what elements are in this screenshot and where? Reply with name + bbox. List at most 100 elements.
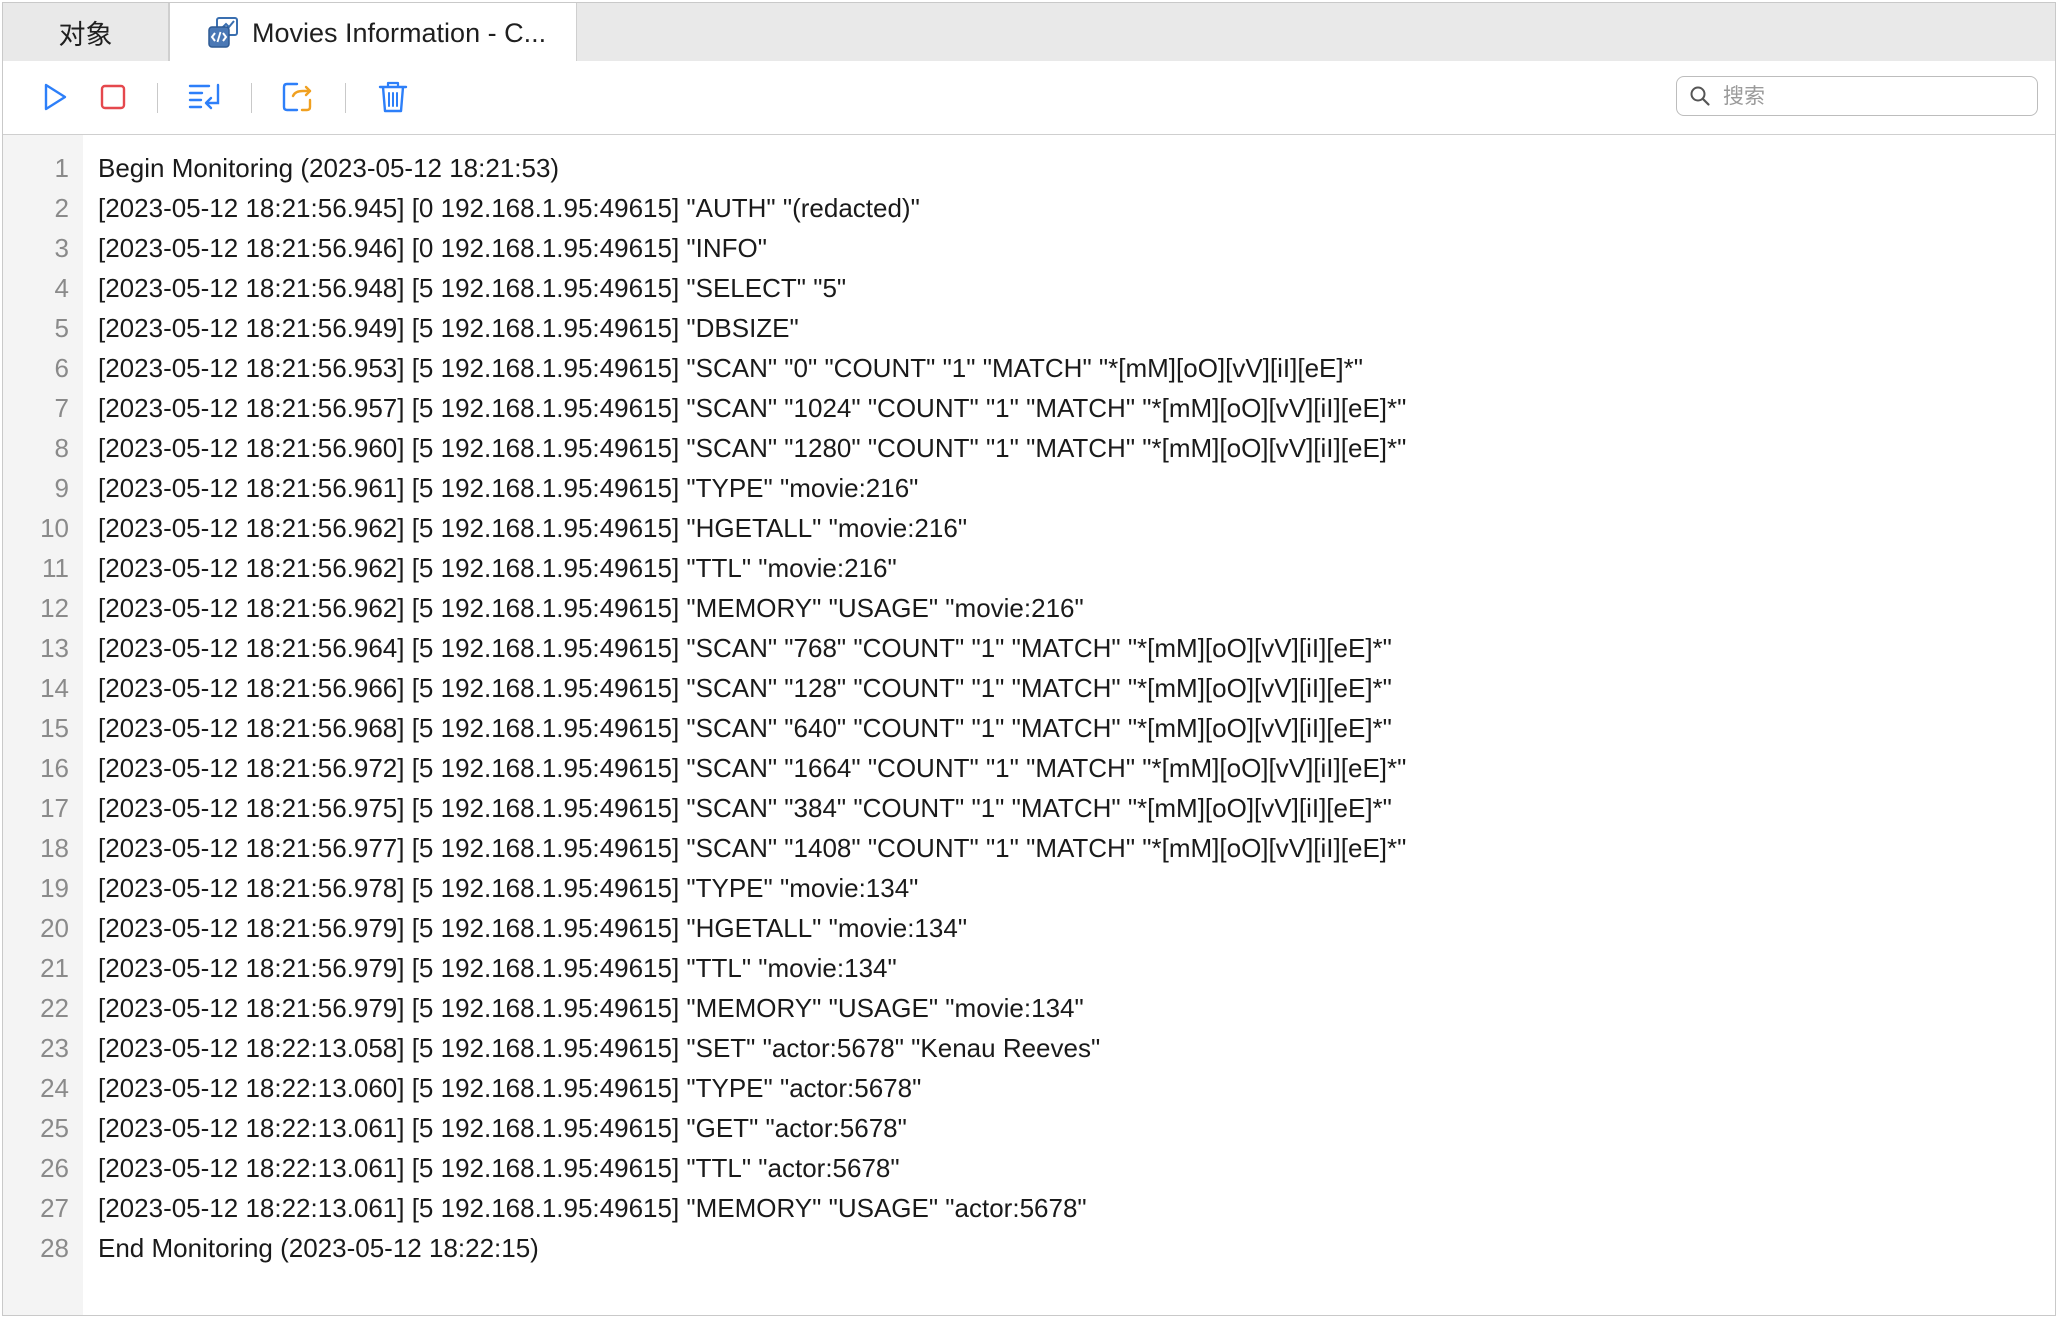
- log-text: [2023-05-12 18:21:56.960] [5 192.168.1.9…: [98, 432, 1407, 463]
- start-button[interactable]: [37, 79, 73, 115]
- line-number: 6: [54, 352, 69, 383]
- log-text: Begin Monitoring (2023-05-12 18:21:53): [98, 152, 560, 183]
- line-number: 23: [40, 1032, 69, 1063]
- line-number: 12: [40, 592, 69, 623]
- export-icon: [282, 82, 312, 112]
- log-line: 2 [2023-05-12 18:21:56.945] [0 192.168.1.…: [3, 188, 2055, 228]
- log-text: [2023-05-12 18:22:13.061] [5 192.168.1.9…: [98, 1192, 1087, 1223]
- log-line: 27 [2023-05-12 18:22:13.061] [5 192.168.1…: [3, 1188, 2055, 1228]
- log-line: 4 [2023-05-12 18:21:56.948] [5 192.168.1.…: [3, 268, 2055, 308]
- line-number: 22: [40, 992, 69, 1023]
- line-number: 8: [54, 432, 69, 463]
- log-line: 12 [2023-05-12 18:21:56.962] [5 192.168.1…: [3, 588, 2055, 628]
- log-text: [2023-05-12 18:21:56.978] [5 192.168.1.9…: [98, 872, 919, 903]
- tab-monitor-label: Movies Information - C...: [252, 17, 547, 48]
- monitor-window: 对象 Movies Information - C... 搜索 1 Begin …: [2, 2, 2056, 1316]
- log-line: 20 [2023-05-12 18:21:56.979] [5 192.168.1…: [3, 908, 2055, 948]
- log-line: 24 [2023-05-12 18:22:13.060] [5 192.168.1…: [3, 1068, 2055, 1108]
- line-number: 7: [54, 392, 69, 423]
- line-number: 20: [40, 912, 69, 943]
- word-wrap-button[interactable]: [187, 79, 223, 115]
- log-text: [2023-05-12 18:21:56.972] [5 192.168.1.9…: [98, 752, 1407, 783]
- clear-button[interactable]: [375, 79, 411, 115]
- line-number: 16: [40, 752, 69, 783]
- log-line: 26 [2023-05-12 18:22:13.061] [5 192.168.1…: [3, 1148, 2055, 1188]
- log-line: 1 Begin Monitoring (2023-05-12 18:21:53): [3, 148, 2055, 188]
- log-line: 28 End Monitoring (2023-05-12 18:22:15): [3, 1228, 2055, 1268]
- log-line: 16 [2023-05-12 18:21:56.972] [5 192.168.1…: [3, 748, 2055, 788]
- stop-icon: [100, 84, 126, 110]
- log-text: [2023-05-12 18:22:13.061] [5 192.168.1.9…: [98, 1152, 900, 1183]
- log-editor[interactable]: 1 Begin Monitoring (2023-05-12 18:21:53) 2…: [3, 135, 2055, 1315]
- log-line: 6 [2023-05-12 18:21:56.953] [5 192.168.1.…: [3, 348, 2055, 388]
- log-line: 9 [2023-05-12 18:21:56.961] [5 192.168.1.…: [3, 468, 2055, 508]
- tab-objects[interactable]: 对象: [3, 3, 169, 61]
- line-number: 13: [40, 632, 69, 663]
- tab-bar: 对象 Movies Information - C...: [3, 3, 2055, 63]
- log-line: 14 [2023-05-12 18:21:56.966] [5 192.168.1…: [3, 668, 2055, 708]
- log-text: [2023-05-12 18:22:13.058] [5 192.168.1.9…: [98, 1032, 1101, 1063]
- log-line: 11 [2023-05-12 18:21:56.962] [5 192.168.1…: [3, 548, 2055, 588]
- log-text: [2023-05-12 18:21:56.964] [5 192.168.1.9…: [98, 632, 1392, 663]
- line-number: 3: [54, 232, 69, 263]
- log-line: 21 [2023-05-12 18:21:56.979] [5 192.168.1…: [3, 948, 2055, 988]
- line-number: 18: [40, 832, 69, 863]
- tab-objects-label: 对象: [58, 19, 113, 50]
- log-line: 10 [2023-05-12 18:21:56.962] [5 192.168.1…: [3, 508, 2055, 548]
- log-text: [2023-05-12 18:22:13.060] [5 192.168.1.9…: [98, 1072, 922, 1103]
- line-number: 5: [54, 312, 69, 343]
- log-text: [2023-05-12 18:21:56.953] [5 192.168.1.9…: [98, 352, 1363, 383]
- search-input[interactable]: [1721, 83, 2025, 109]
- toolbar: [3, 61, 2055, 135]
- line-number: 28: [40, 1232, 69, 1263]
- line-number: 24: [40, 1072, 69, 1103]
- log-line: 7 [2023-05-12 18:21:56.957] [5 192.168.1.…: [3, 388, 2055, 428]
- search-box: [1676, 76, 2038, 116]
- log-line: 5 [2023-05-12 18:21:56.949] [5 192.168.1.…: [3, 308, 2055, 348]
- line-number: 19: [40, 872, 69, 903]
- toolbar-separator: [251, 83, 252, 113]
- log-line: 19 [2023-05-12 18:21:56.978] [5 192.168.1…: [3, 868, 2055, 908]
- monitor-tab-icon: [206, 16, 240, 50]
- line-number: 25: [40, 1112, 69, 1143]
- line-number: 9: [54, 472, 69, 503]
- log-text: [2023-05-12 18:22:13.061] [5 192.168.1.9…: [98, 1112, 907, 1143]
- log-text: [2023-05-12 18:21:56.946] [0 192.168.1.9…: [98, 232, 767, 263]
- log-text: [2023-05-12 18:21:56.979] [5 192.168.1.9…: [98, 912, 968, 943]
- log-text: [2023-05-12 18:21:56.968] [5 192.168.1.9…: [98, 712, 1392, 743]
- log-line: 3 [2023-05-12 18:21:56.946] [0 192.168.1.…: [3, 228, 2055, 268]
- export-button[interactable]: [281, 79, 317, 115]
- log-text: [2023-05-12 18:21:56.945] [0 192.168.1.9…: [98, 192, 920, 223]
- log-text: [2023-05-12 18:21:56.962] [5 192.168.1.9…: [98, 512, 968, 543]
- line-number: 21: [40, 952, 69, 983]
- log-line: 23 [2023-05-12 18:22:13.058] [5 192.168.1…: [3, 1028, 2055, 1068]
- log-text: [2023-05-12 18:21:56.957] [5 192.168.1.9…: [98, 392, 1407, 423]
- log-lines: 1 Begin Monitoring (2023-05-12 18:21:53) 2…: [3, 148, 2055, 1268]
- stop-button[interactable]: [95, 79, 131, 115]
- line-number: 15: [40, 712, 69, 743]
- line-number: 14: [40, 672, 69, 703]
- play-icon: [44, 83, 67, 111]
- log-text: [2023-05-12 18:21:56.962] [5 192.168.1.9…: [98, 592, 1084, 623]
- line-number: 1: [54, 152, 69, 183]
- log-text: End Monitoring (2023-05-12 18:22:15): [98, 1232, 539, 1263]
- search-icon: [1690, 86, 1710, 106]
- log-line: 17 [2023-05-12 18:21:56.975] [5 192.168.1…: [3, 788, 2055, 828]
- log-text: [2023-05-12 18:21:56.949] [5 192.168.1.9…: [98, 312, 799, 343]
- trash-icon: [378, 81, 408, 113]
- tab-monitor[interactable]: Movies Information - C...: [169, 3, 577, 63]
- line-number: 27: [40, 1192, 69, 1223]
- line-number: 2: [54, 192, 69, 223]
- log-text: [2023-05-12 18:21:56.962] [5 192.168.1.9…: [98, 552, 897, 583]
- log-line: 15 [2023-05-12 18:21:56.968] [5 192.168.1…: [3, 708, 2055, 748]
- log-text: [2023-05-12 18:21:56.979] [5 192.168.1.9…: [98, 992, 1084, 1023]
- log-text: [2023-05-12 18:21:56.979] [5 192.168.1.9…: [98, 952, 897, 983]
- log-text: [2023-05-12 18:21:56.961] [5 192.168.1.9…: [98, 472, 919, 503]
- toolbar-separator: [345, 83, 346, 113]
- line-number: 17: [40, 792, 69, 823]
- line-number: 11: [42, 552, 69, 583]
- log-text: [2023-05-12 18:21:56.975] [5 192.168.1.9…: [98, 792, 1392, 823]
- toolbar-separator: [157, 83, 158, 113]
- log-line: 8 [2023-05-12 18:21:56.960] [5 192.168.1.…: [3, 428, 2055, 468]
- word-wrap-icon: [188, 83, 220, 110]
